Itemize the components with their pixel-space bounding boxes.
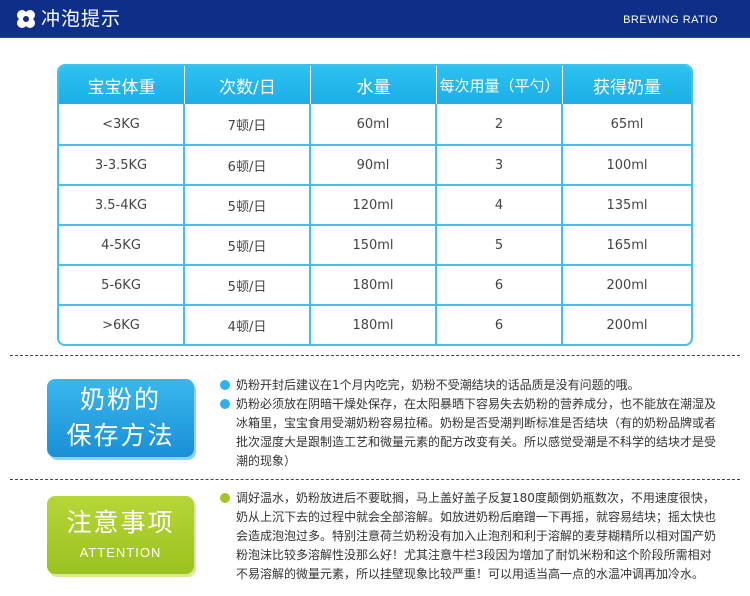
bullet-dot-icon [220,399,230,409]
table-cell: 6 [437,266,563,304]
table-row: 3.5-4KG 5顿/日 120ml 4 135ml [59,184,691,224]
attention-note-text: 调好温水，奶粉放进后不要耽搁，马上盖好盖子反复180度颠倒奶瓶数次，不用速度很快… [236,491,717,581]
table-cell: 2 [437,104,563,144]
storage-note-text: 奶粉开封后建议在1个月内吃完，奶粉不受潮结块的话品质是没有问题的哦。 [236,378,640,392]
section-subtitle: BREWING RATIO [623,14,718,26]
table-cell: 180ml [311,266,437,304]
list-item: 奶粉开封后建议在1个月内吃完，奶粉不受潮结块的话品质是没有问题的哦。 [218,376,718,395]
bullet-dot-icon [220,380,230,390]
table-cell: 7顿/日 [185,104,311,144]
table-header-yield: 获得奶量 [593,77,661,98]
table-row: >6KG 4顿/日 180ml 6 200ml [59,304,691,344]
table-header-water: 水量 [311,66,437,104]
table-cell: 5顿/日 [185,266,311,304]
table-cell: 100ml [606,157,648,173]
table-header-weight: 宝宝体重 [59,66,185,104]
table-cell: 6顿/日 [185,146,311,184]
table-header-times: 次数/日 [185,66,311,104]
attention-notes: 调好温水，奶粉放进后不要耽搁，马上盖好盖子反复180度颠倒奶瓶数次，不用速度很快… [218,489,718,584]
table-cell: 90ml [311,146,437,184]
bullet-dot-icon [220,493,230,503]
table-row: 5-6KG 5顿/日 180ml 6 200ml [59,264,691,304]
table-row: 4-5KG 5顿/日 150ml 5 165ml [59,224,691,264]
table-cell: 5顿/日 [185,226,311,264]
table-cell: 200ml [606,317,648,333]
table-body: <3KG 7顿/日 60ml 2 65ml 3-3.5KG 6顿/日 90ml … [59,104,691,344]
divider [10,355,740,356]
table-cell: 200ml [606,277,648,293]
section-title: 冲泡提示 [41,8,122,30]
table-row: <3KG 7顿/日 60ml 2 65ml [59,104,691,144]
table-cell: 135ml [606,197,648,213]
table-cell: 65ml [610,116,644,132]
table-cell: 4顿/日 [185,306,311,344]
table-cell: 165ml [606,237,648,253]
table-cell: 5顿/日 [185,186,311,224]
table-cell: <3KG [59,104,185,144]
table-row: 3-3.5KG 6顿/日 90ml 3 100ml [59,144,691,184]
attention-badge-en: ATTENTION [79,545,162,560]
attention-badge: 注意事项 ATTENTION [47,496,194,574]
list-item: 奶粉必须放在阴暗干燥处保存，在太阳暴晒下容易失去奶粉的营养成分，也不能放在潮湿及… [218,395,718,471]
table-cell: 60ml [311,104,437,144]
attention-badge-title: 注意事项 [66,508,175,537]
table-cell: 4-5KG [59,226,185,264]
brewing-table: 宝宝体重 次数/日 水量 每次用量（平勺） 获得奶量 <3KG 7顿/日 60m… [57,64,693,346]
table-cell: 150ml [311,226,437,264]
table-cell: 5-6KG [59,266,185,304]
section-header: 冲泡提示 BREWING RATIO [0,0,750,38]
table-cell: 3.5-4KG [59,186,185,224]
storage-badge-line2: 保存方法 [66,421,175,450]
table-cell: 5 [437,226,563,264]
table-cell: 120ml [311,186,437,224]
table-header-row: 宝宝体重 次数/日 水量 每次用量（平勺） 获得奶量 [59,66,691,104]
storage-badge-line1: 奶粉的 [79,385,161,414]
table-cell: 180ml [311,306,437,344]
divider [10,479,740,480]
flower-logo-icon [17,10,35,28]
table-cell: 4 [437,186,563,224]
table-cell: 3-3.5KG [59,146,185,184]
storage-note-text: 奶粉必须放在阴暗干燥处保存，在太阳暴晒下容易失去奶粉的营养成分，也不能放在潮湿及… [236,397,717,468]
list-item: 调好温水，奶粉放进后不要耽搁，马上盖好盖子反复180度颠倒奶瓶数次，不用速度很快… [218,489,718,584]
table-cell: 6 [437,306,563,344]
table-cell: >6KG [59,306,185,344]
storage-notes: 奶粉开封后建议在1个月内吃完，奶粉不受潮结块的话品质是没有问题的哦。 奶粉必须放… [218,376,718,471]
table-cell: 3 [437,146,563,184]
storage-badge: 奶粉的 保存方法 [47,379,194,457]
table-header-scoops: 每次用量（平勺） [437,66,563,104]
